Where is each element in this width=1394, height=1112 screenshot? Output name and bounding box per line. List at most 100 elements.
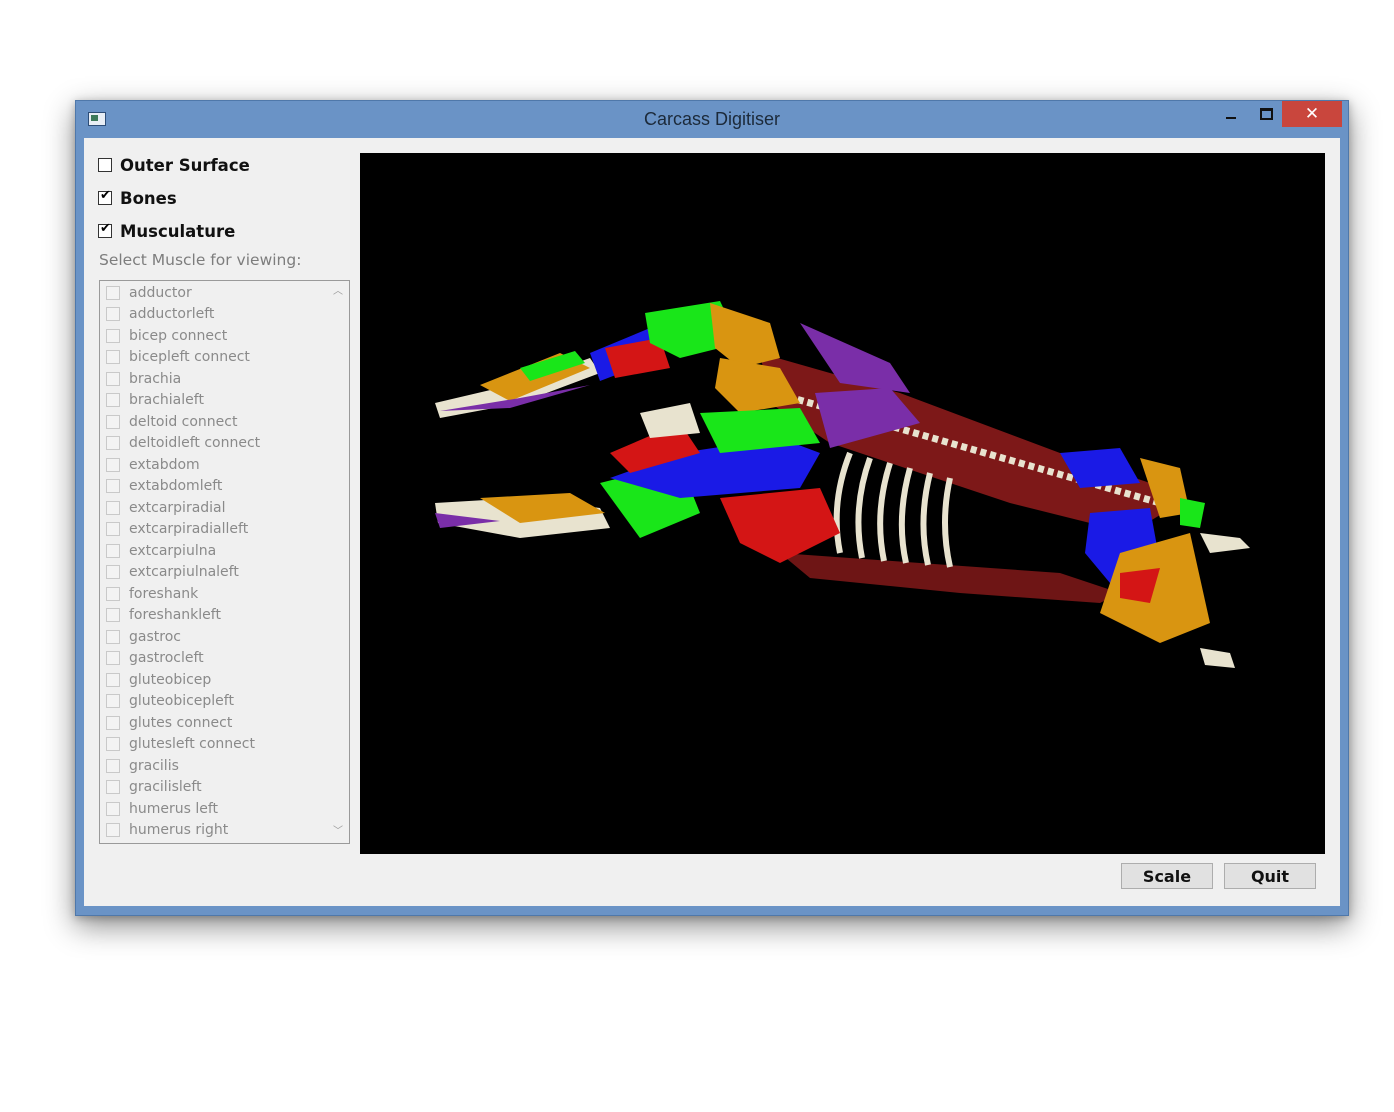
list-item-checkbox[interactable]	[106, 608, 120, 623]
muscle-select-label: Select Muscle for viewing:	[99, 251, 302, 269]
leg-bone	[640, 403, 700, 438]
list-item-checkbox[interactable]	[106, 801, 120, 816]
list-item[interactable]: extabdomleft	[100, 476, 326, 498]
list-item-checkbox[interactable]	[106, 823, 120, 838]
list-item-checkbox[interactable]	[106, 758, 120, 773]
list-item[interactable]: extabdom	[100, 454, 326, 476]
checkbox-label: Bones	[120, 188, 177, 208]
list-item[interactable]: gluteobicep	[100, 669, 326, 691]
list-item-label: glutes connect	[129, 714, 233, 731]
list-item[interactable]: extcarpiradialleft	[100, 519, 326, 541]
muscle-list-items: adductor adductorleft bicep connect biceple…	[100, 282, 326, 841]
list-item-checkbox[interactable]	[106, 672, 120, 687]
list-item[interactable]: foreshank	[100, 583, 326, 605]
list-item-label: extcarpiradial	[129, 499, 226, 516]
minimize-icon	[1226, 117, 1236, 119]
list-item[interactable]: brachialeft	[100, 390, 326, 412]
list-item[interactable]: extcarpiulnaleft	[100, 562, 326, 584]
list-item-checkbox[interactable]	[106, 328, 120, 343]
app-window: Carcass Digitiser ✕ Outer Surface Bones …	[75, 100, 1349, 916]
list-item[interactable]: gracilis	[100, 755, 326, 777]
client-area: Outer Surface Bones Musculature Select M…	[84, 138, 1340, 906]
list-item[interactable]: gastroc	[100, 626, 326, 648]
list-item[interactable]: deltoid connect	[100, 411, 326, 433]
list-item[interactable]: glutes connect	[100, 712, 326, 734]
list-item-label: foreshank	[129, 585, 199, 602]
chest-red	[720, 488, 840, 563]
checkbox-box[interactable]	[98, 158, 112, 172]
list-item[interactable]: adductorleft	[100, 304, 326, 326]
list-item-checkbox[interactable]	[106, 436, 120, 451]
list-item-checkbox[interactable]	[106, 479, 120, 494]
list-item-checkbox[interactable]	[106, 522, 120, 537]
title-bar[interactable]: Carcass Digitiser ✕	[76, 101, 1348, 138]
list-item-label: extabdomleft	[129, 478, 223, 495]
outer-surface-checkbox[interactable]: Outer Surface	[98, 154, 250, 176]
list-item-label: brachialeft	[129, 392, 204, 409]
list-item-label: gluteobicep	[129, 671, 212, 688]
list-item[interactable]: extcarpiradial	[100, 497, 326, 519]
list-item-label: gluteobicepleft	[129, 693, 234, 710]
list-item[interactable]: gastrocleft	[100, 648, 326, 670]
list-scrollbar[interactable]: ︿ ﹀	[327, 281, 349, 843]
list-item-checkbox[interactable]	[106, 500, 120, 515]
carcass-3d-model	[435, 301, 1250, 668]
list-item-checkbox[interactable]	[106, 457, 120, 472]
list-item-checkbox[interactable]	[106, 307, 120, 322]
checkbox-box[interactable]	[98, 221, 112, 238]
list-item[interactable]: extcarpiulna	[100, 540, 326, 562]
list-item-checkbox[interactable]	[106, 350, 120, 365]
list-item-label: gracilisleft	[129, 779, 202, 796]
list-item-checkbox[interactable]	[106, 393, 120, 408]
list-item-checkbox[interactable]	[106, 629, 120, 644]
close-button[interactable]: ✕	[1282, 101, 1342, 127]
checkbox-label: Outer Surface	[120, 155, 250, 175]
list-item[interactable]: glutesleft connect	[100, 734, 326, 756]
checkbox-box[interactable]	[98, 188, 112, 205]
checkbox-label: Musculature	[120, 221, 236, 241]
quit-button[interactable]: Quit	[1224, 863, 1316, 889]
list-item-checkbox[interactable]	[106, 586, 120, 601]
list-item-checkbox[interactable]	[106, 414, 120, 429]
list-item-label: extabdom	[129, 456, 200, 473]
list-item-label: extcarpiulnaleft	[129, 564, 239, 581]
scroll-up-icon[interactable]: ︿	[327, 283, 349, 301]
list-item[interactable]: humerus left	[100, 798, 326, 820]
list-item-checkbox[interactable]	[106, 694, 120, 709]
musculature-checkbox[interactable]: Musculature	[98, 220, 235, 242]
list-item-label: extcarpiradialleft	[129, 521, 249, 538]
list-item-checkbox[interactable]	[106, 543, 120, 558]
list-item-checkbox[interactable]	[106, 737, 120, 752]
list-item-checkbox[interactable]	[106, 565, 120, 580]
hind-green	[1180, 498, 1205, 528]
list-item-label: adductorleft	[129, 306, 215, 323]
list-item-label: gracilis	[129, 757, 179, 774]
list-item-label: bicep connect	[129, 327, 228, 344]
list-item-checkbox[interactable]	[106, 285, 120, 300]
list-item[interactable]: adductor	[100, 282, 326, 304]
list-item-checkbox[interactable]	[106, 715, 120, 730]
list-item[interactable]: bicep connect	[100, 325, 326, 347]
maximize-button[interactable]	[1250, 101, 1280, 127]
scale-button[interactable]: Scale	[1121, 863, 1213, 889]
list-item[interactable]: brachia	[100, 368, 326, 390]
bones-checkbox[interactable]: Bones	[98, 187, 177, 209]
list-item-label: brachia	[129, 370, 182, 387]
close-icon: ✕	[1304, 104, 1320, 124]
list-item-checkbox[interactable]	[106, 780, 120, 795]
list-item-label: humerus right	[129, 822, 229, 839]
3d-viewport[interactable]	[360, 153, 1325, 854]
muscle-list[interactable]: adductor adductorleft bicep connect biceple…	[99, 280, 350, 844]
maximize-icon	[1260, 108, 1273, 120]
list-item[interactable]: bicepleft connect	[100, 347, 326, 369]
list-item-label: deltoidleft connect	[129, 435, 261, 452]
list-item[interactable]: foreshankleft	[100, 605, 326, 627]
minimize-button[interactable]	[1216, 101, 1246, 127]
list-item-checkbox[interactable]	[106, 651, 120, 666]
scroll-down-icon[interactable]: ﹀	[327, 823, 349, 841]
list-item[interactable]: gracilisleft	[100, 777, 326, 799]
list-item[interactable]: humerus right	[100, 820, 326, 842]
list-item[interactable]: gluteobicepleft	[100, 691, 326, 713]
list-item[interactable]: deltoidleft connect	[100, 433, 326, 455]
list-item-checkbox[interactable]	[106, 371, 120, 386]
